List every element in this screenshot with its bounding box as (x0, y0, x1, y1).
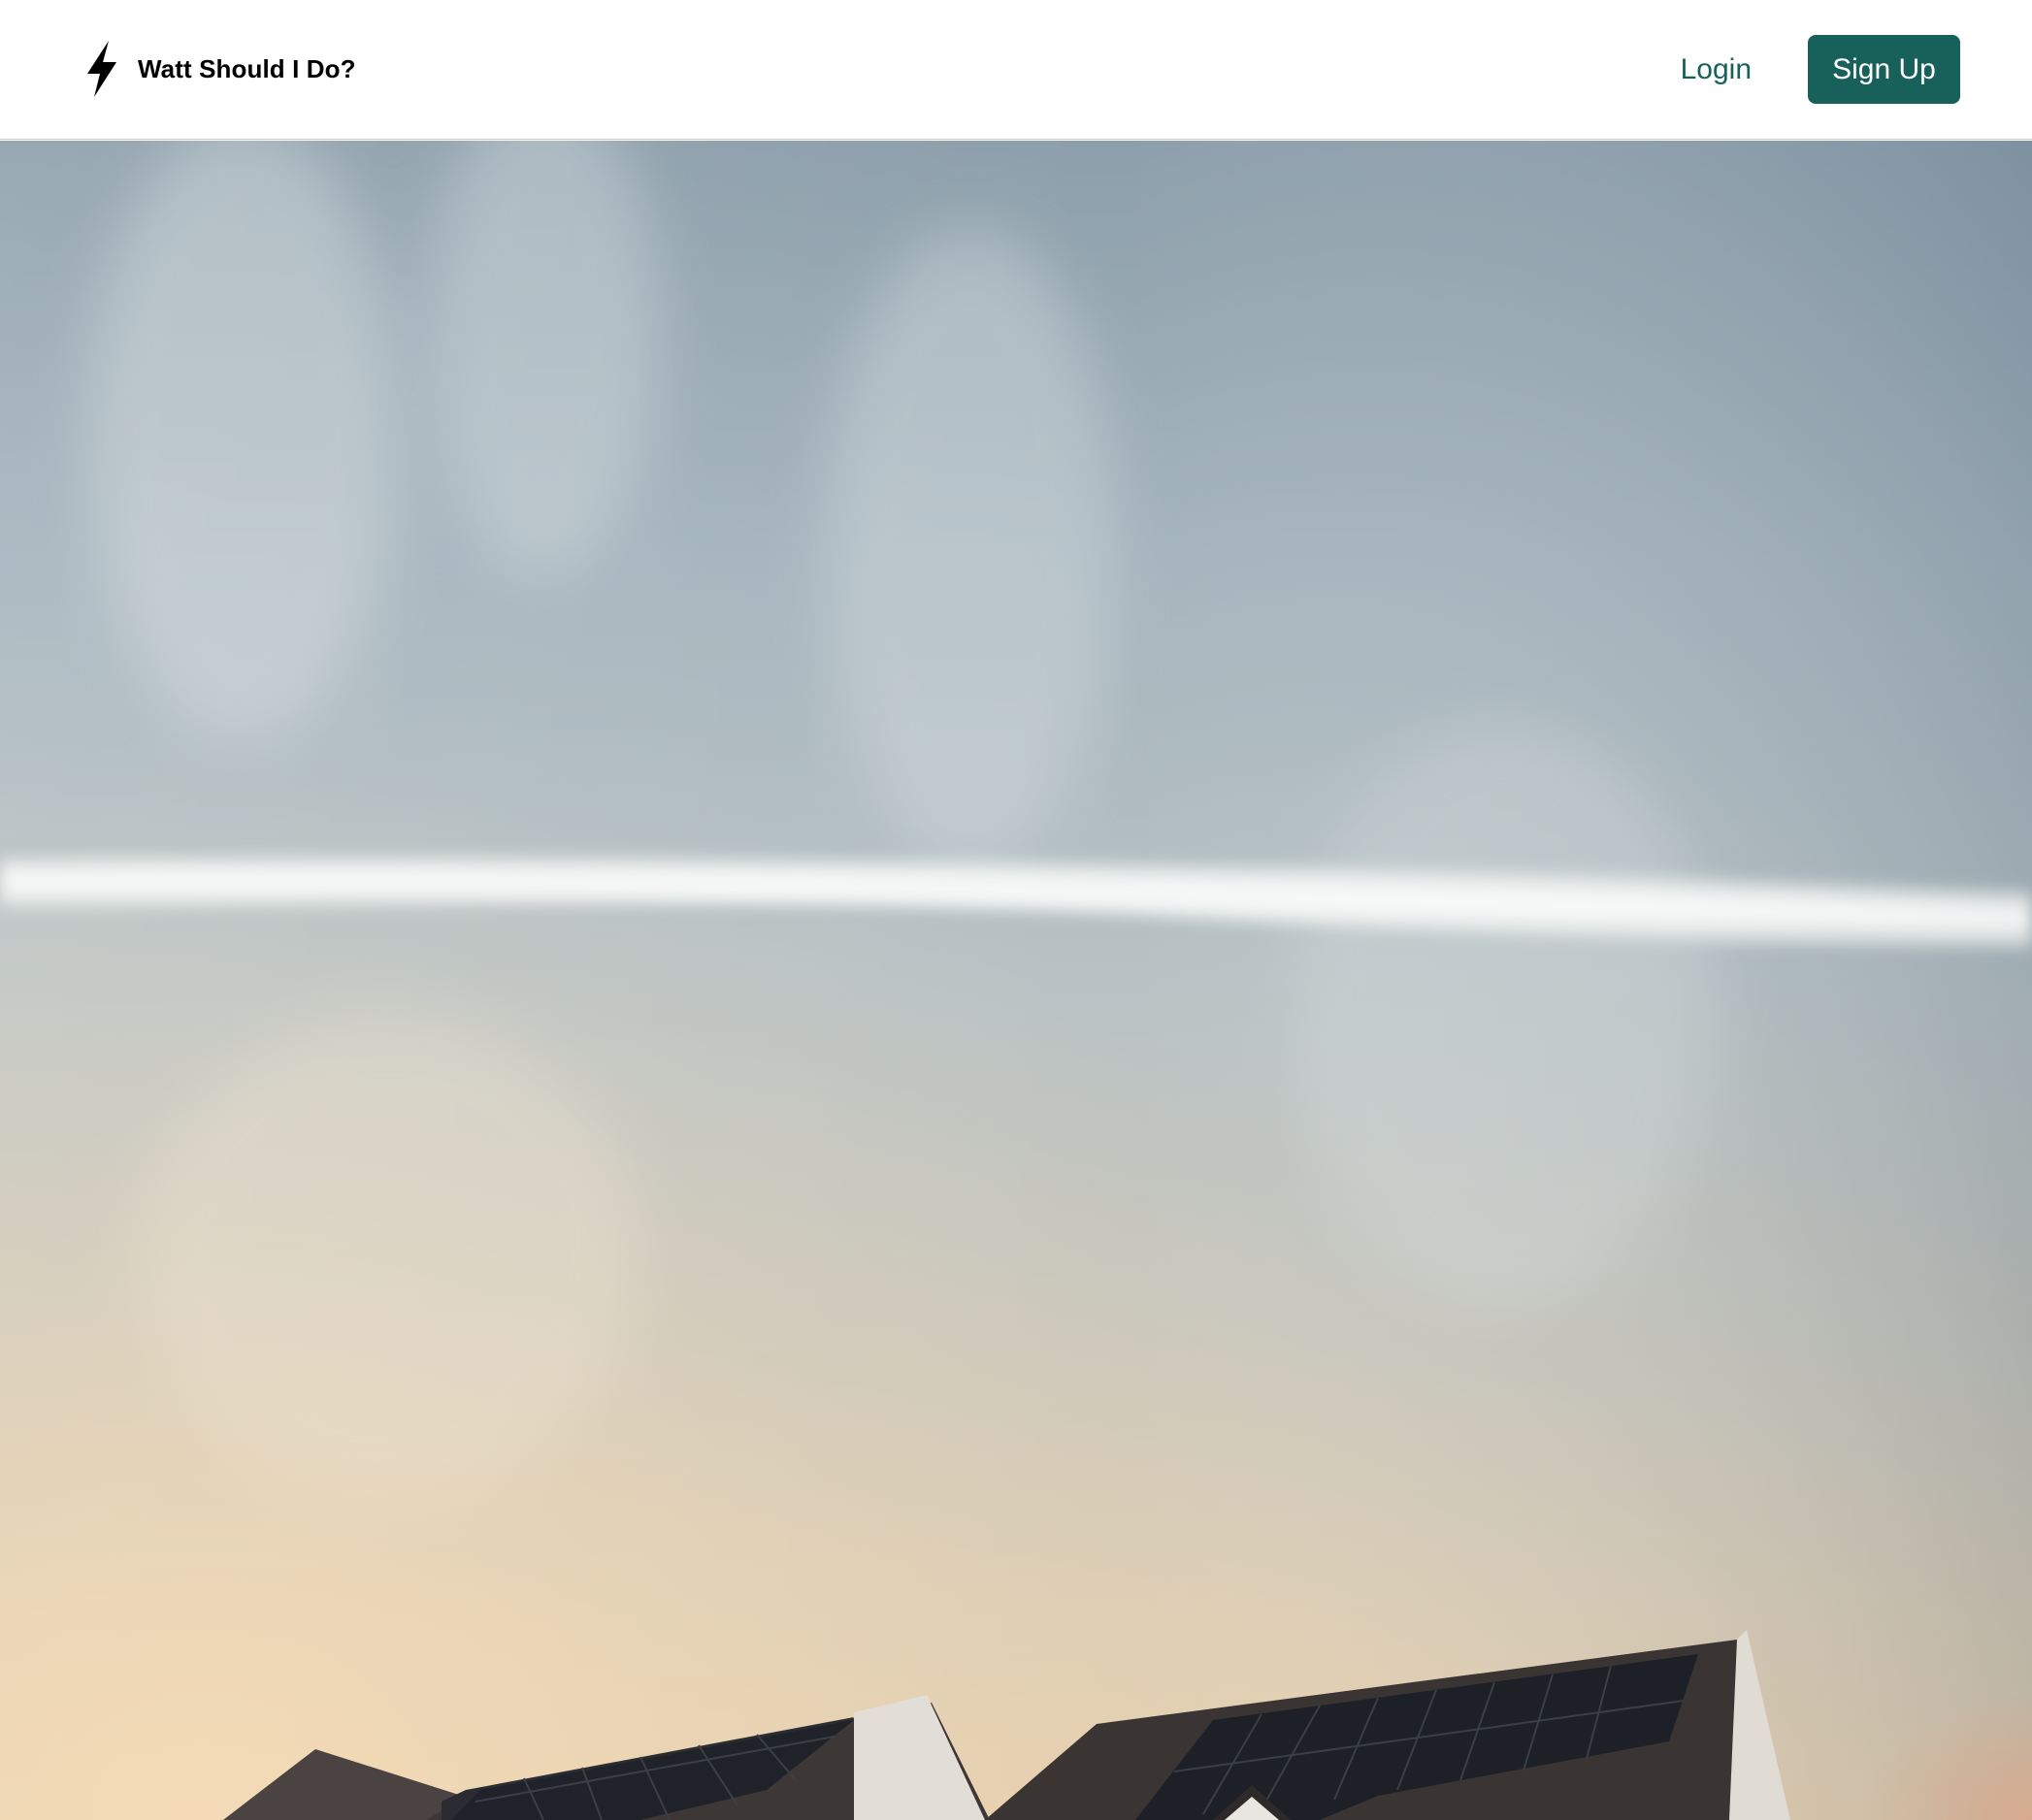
hero-photo (0, 141, 2032, 1820)
login-link[interactable]: Login (1681, 53, 1752, 86)
lightning-bolt-icon (87, 41, 116, 97)
brand-logo[interactable]: Watt Should I Do? (82, 39, 356, 99)
hero-image (0, 141, 2032, 1820)
top-navbar: Watt Should I Do? Login Sign Up (0, 0, 2032, 140)
brand-name: Watt Should I Do? (138, 53, 356, 83)
nav-actions: Login Sign Up (1681, 35, 1960, 104)
sign-up-button[interactable]: Sign Up (1808, 35, 1960, 104)
